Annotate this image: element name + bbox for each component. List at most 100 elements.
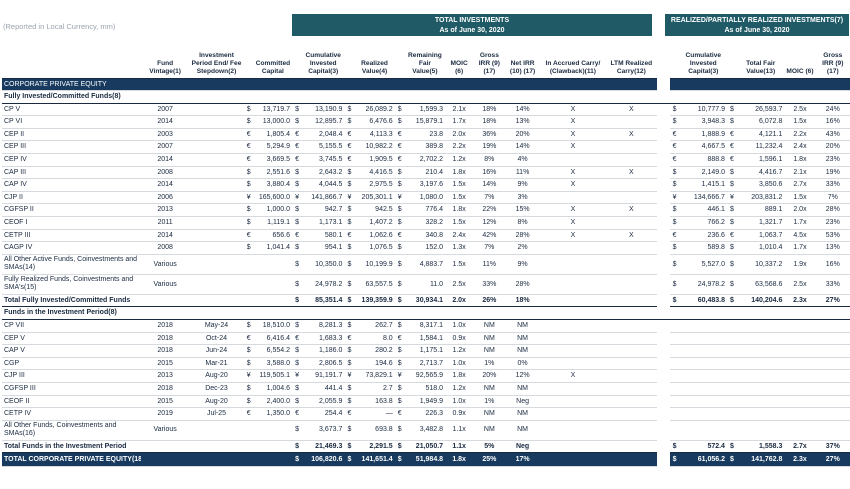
cell-gross-irr: 18%: [473, 103, 506, 117]
cell-net-irr: 14%: [505, 140, 540, 155]
cell-remaining-currency: $: [394, 452, 405, 468]
spacer: [656, 306, 670, 320]
fund-row: CGFSP II 2013 $1,000.0 $942.7 $942.5 $776.4 1.…: [2, 203, 850, 218]
header-invested-currency: [292, 40, 303, 79]
cell-remaining-fair-value: 518.0: [404, 382, 446, 396]
cell-fund-name: Total Funds in the Investment Period: [2, 439, 141, 454]
cell-ltm-realized-carry: [606, 140, 657, 155]
cell-fund-name: CEP V: [2, 332, 141, 346]
cell-investment-period-end: [189, 140, 244, 155]
cell-remaining-fair-value: 23.8: [404, 128, 446, 142]
cell-realized-currency: $: [344, 115, 355, 129]
fund-row: CAP V 2018 Jun-24 $6,554.2 $1,186.0 $280.2 $1,…: [2, 344, 850, 358]
header-r-cumulative-invested-capital: Cumulative Invested Capital(3): [679, 40, 727, 79]
cell-remaining-currency: $: [394, 274, 405, 295]
cell-committed-capital: [253, 420, 292, 441]
cell-r-cumulative-invested-capital: [679, 395, 727, 409]
cell-invested-currency: $: [292, 254, 303, 275]
cell-moic: 1.5x: [445, 216, 474, 230]
cell-r-moic: [784, 407, 816, 421]
cell-r-gross-irr: 33%: [815, 274, 850, 295]
header-r-fair-currency: [726, 40, 738, 79]
cell-investment-period-end: [189, 229, 244, 243]
cell-invested-currency: $: [292, 203, 303, 218]
cell-spacer: [657, 294, 670, 307]
cell-r-moic: [784, 369, 816, 383]
cell-r-moic: 2.3x: [784, 452, 816, 468]
cell-r-fair-currency: $: [726, 293, 738, 308]
cell-realized-value: 1,407.2: [354, 216, 395, 230]
cell-fund-vintage: 2007: [140, 140, 190, 155]
cell-fund-name: CAGP IV: [2, 241, 141, 255]
cell-ltm-realized-carry: [606, 344, 657, 358]
cell-accrued-carry: X: [539, 229, 607, 243]
cell-r-total-fair-value: 63,568.6: [737, 274, 785, 295]
cell-moic: 1.2x: [445, 153, 474, 167]
cell-cumulative-invested-capital: 5,155.5: [302, 140, 345, 155]
cell-investment-period-end: Oct-24: [189, 332, 244, 346]
cell-spacer: [657, 204, 670, 217]
cell-spacer: [656, 452, 670, 467]
cell-remaining-fair-value: 4,883.7: [404, 254, 446, 275]
cell-r-gross-irr: 43%: [815, 128, 850, 142]
realized-investments-date: As of June 30, 2020: [724, 26, 790, 34]
cell-accrued-carry: [539, 452, 607, 468]
cell-realized-value: 4,113.3: [354, 128, 395, 142]
cell-accrued-carry: X: [539, 103, 607, 117]
cell-r-total-fair-value: 1,558.3: [737, 439, 785, 454]
cell-remaining-currency: €: [394, 407, 405, 421]
cell-remaining-fair-value: 30,934.1: [404, 293, 446, 308]
cell-remaining-fair-value: 328.2: [404, 216, 446, 230]
cell-r-gross-irr: 20%: [815, 140, 850, 155]
cell-committed-currency: [243, 293, 254, 308]
cell-realized-currency: ¥: [344, 369, 355, 383]
cell-spacer: [657, 345, 670, 358]
cell-invested-currency: $: [292, 115, 303, 129]
cell-r-invested-currency: [669, 344, 680, 358]
cell-gross-irr: NM: [473, 332, 506, 346]
cell-invested-currency: €: [292, 407, 303, 421]
cell-committed-capital: 18,510.0: [253, 319, 292, 333]
cell-r-gross-irr: 33%: [815, 178, 850, 192]
cell-committed-capital: [253, 452, 292, 468]
cell-accrued-carry: X: [539, 216, 607, 230]
heading-fill: [669, 90, 850, 104]
cell-fund-vintage: [140, 293, 190, 308]
cell-r-total-fair-value: [737, 407, 785, 421]
cell-remaining-fair-value: 2,702.2: [404, 153, 446, 167]
cell-committed-capital: 165,600.0: [253, 191, 292, 205]
cell-spacer: [657, 242, 670, 255]
cell-invested-currency: €: [292, 140, 303, 155]
cell-gross-irr: NM: [473, 420, 506, 441]
cell-invested-currency: €: [292, 153, 303, 167]
cell-realized-value: 8.0: [354, 332, 395, 346]
cell-r-moic: 2.7x: [784, 178, 816, 192]
cell-r-fair-currency: $: [726, 178, 738, 192]
cell-r-cumulative-invested-capital: 134,666.7: [679, 191, 727, 205]
cell-committed-currency: [243, 420, 254, 441]
cell-remaining-currency: ¥: [394, 191, 405, 205]
cell-r-invested-currency: $: [669, 241, 680, 255]
cell-investment-period-end: [189, 241, 244, 255]
cell-invested-currency: $: [292, 178, 303, 192]
cell-fund-vintage: 2013: [140, 203, 190, 218]
cell-r-gross-irr: [815, 382, 850, 396]
cell-accrued-carry: [539, 439, 607, 454]
cell-r-moic: 2.7x: [784, 439, 816, 454]
cell-accrued-carry: X: [539, 369, 607, 383]
cell-r-invested-currency: [669, 319, 680, 333]
cell-remaining-fair-value: 1,584.1: [404, 332, 446, 346]
cell-gross-irr: 7%: [473, 191, 506, 205]
cell-r-gross-irr: 13%: [815, 241, 850, 255]
cell-remaining-fair-value: 1,949.9: [404, 395, 446, 409]
cell-investment-period-end: May-24: [189, 319, 244, 333]
cell-investment-period-end: [189, 178, 244, 192]
cell-net-irr: 28%: [505, 274, 540, 295]
cell-fund-vintage: 2008: [140, 241, 190, 255]
cell-accrued-carry: [539, 191, 607, 205]
fund-row: CETP IV 2019 Jul-25 €1,350.0 €254.4 € — €226.3 0…: [2, 407, 850, 421]
cell-moic: 2.5x: [445, 274, 474, 295]
cell-ltm-realized-carry: [606, 241, 657, 255]
cell-realized-currency: $: [344, 166, 355, 180]
cell-cumulative-invested-capital: 1,173.1: [302, 216, 345, 230]
